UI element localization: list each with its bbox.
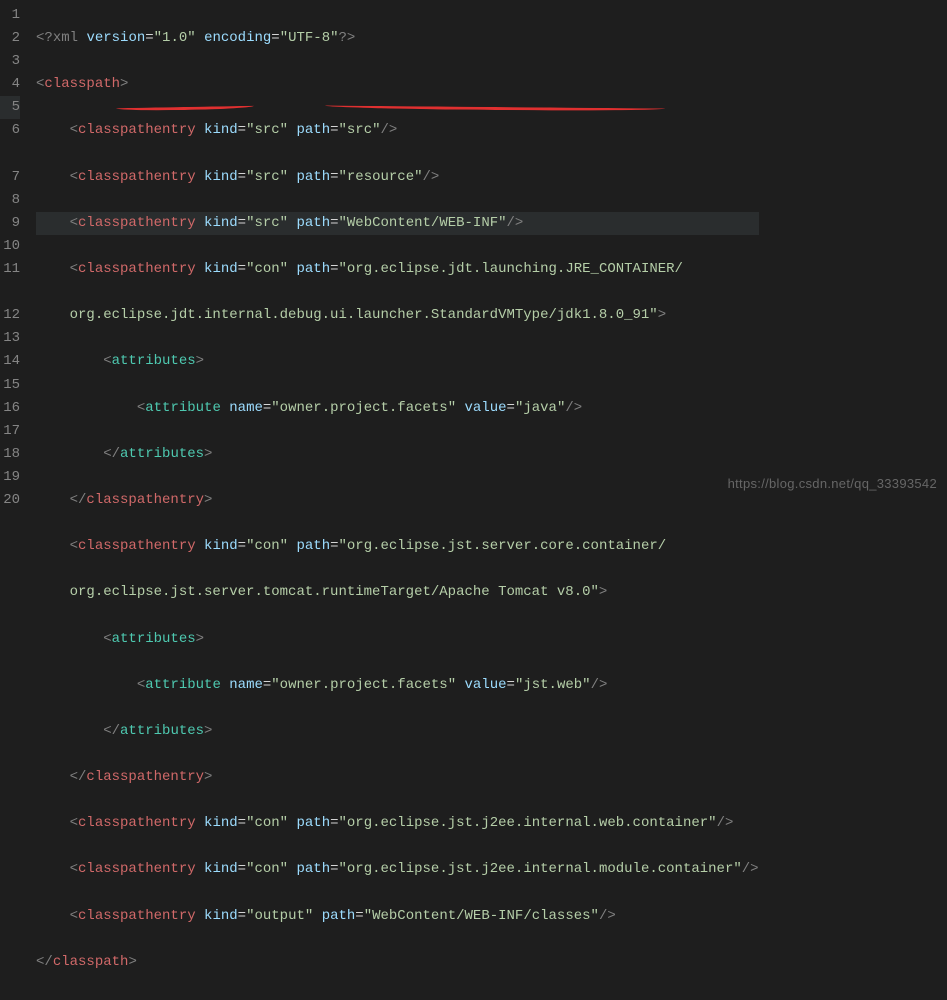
line-number: 1 (0, 4, 20, 27)
code-line: <classpathentry kind="src" path="resourc… (36, 166, 759, 189)
code-line: <?xml version="1.0" encoding="UTF-8"?> (36, 27, 759, 50)
line-number: 10 (0, 235, 20, 258)
code-line-highlighted: <classpathentry kind="src" path="WebCont… (36, 212, 759, 235)
code-area[interactable]: <?xml version="1.0" encoding="UTF-8"?> <… (30, 0, 759, 1000)
line-number: 4 (0, 73, 20, 96)
line-number: 20 (0, 489, 20, 512)
line-number: 19 (0, 466, 20, 489)
line-number: 18 (0, 443, 20, 466)
line-number: 5 (0, 96, 20, 119)
line-number: 9 (0, 212, 20, 235)
code-line: <attribute name="owner.project.facets" v… (36, 674, 759, 697)
annotation-underline-icon (325, 103, 665, 112)
line-number: 17 (0, 420, 20, 443)
code-line: </classpathentry> (36, 489, 759, 512)
line-number: 2 (0, 27, 20, 50)
annotation-underline-icon (116, 103, 254, 111)
code-line: </classpathentry> (36, 766, 759, 789)
line-number: 11 (0, 258, 20, 281)
code-editor: 1 2 3 4 5 6 7 8 9 10 11 12 13 14 15 16 1… (0, 0, 947, 1000)
code-line: <classpathentry kind="con" path="org.ecl… (36, 258, 759, 281)
line-number (0, 143, 20, 166)
line-number: 14 (0, 350, 20, 373)
line-number: 12 (0, 304, 20, 327)
code-line: <attributes> (36, 350, 759, 373)
code-line: </attributes> (36, 720, 759, 743)
code-line: <classpathentry kind="output" path="WebC… (36, 905, 759, 928)
code-line: <classpathentry kind="con" path="org.ecl… (36, 858, 759, 881)
code-line: <classpathentry kind="src" path="src"/> (36, 119, 759, 142)
watermark-text: https://blog.csdn.net/qq_33393542 (728, 473, 937, 494)
line-number: 13 (0, 327, 20, 350)
code-line: </attributes> (36, 443, 759, 466)
line-number: 16 (0, 397, 20, 420)
line-number-gutter: 1 2 3 4 5 6 7 8 9 10 11 12 13 14 15 16 1… (0, 0, 30, 1000)
line-number: 3 (0, 50, 20, 73)
code-line: <attributes> (36, 628, 759, 651)
code-line: org.eclipse.jst.server.tomcat.runtimeTar… (36, 581, 759, 604)
code-line: </classpath> (36, 951, 759, 974)
line-number (0, 281, 20, 304)
line-number: 7 (0, 166, 20, 189)
line-number: 15 (0, 374, 20, 397)
code-line: org.eclipse.jdt.internal.debug.ui.launch… (36, 304, 759, 327)
code-line: <attribute name="owner.project.facets" v… (36, 397, 759, 420)
code-line: <classpathentry kind="con" path="org.ecl… (36, 535, 759, 558)
line-number: 6 (0, 119, 20, 142)
code-line: <classpathentry kind="con" path="org.ecl… (36, 812, 759, 835)
line-number: 8 (0, 189, 20, 212)
code-line: <classpath> (36, 73, 759, 96)
